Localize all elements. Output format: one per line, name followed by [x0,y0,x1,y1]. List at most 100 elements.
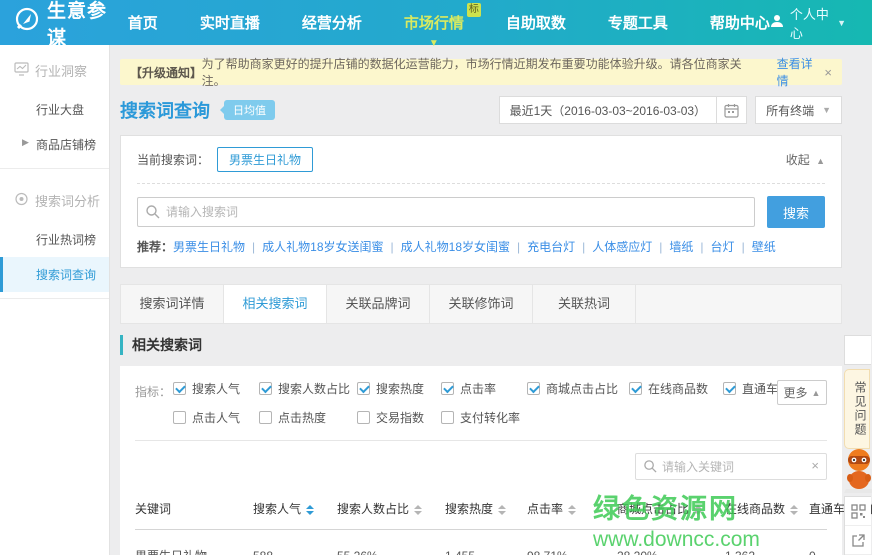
cell-value: 588 [253,530,337,555]
recommend-link[interactable]: 成人礼物18岁女闺蜜 [401,238,527,255]
recommend-link[interactable]: 人体感应灯 [592,238,669,255]
tab-related-brand-words[interactable]: 关联品牌词 [327,285,430,323]
tab-search-word-detail[interactable]: 搜索词详情 [121,285,224,323]
metric-label: 点击人气 [192,409,240,426]
sidebar-item-industry-board[interactable]: 行业大盘 [0,92,109,127]
col-click-rate[interactable]: 点击率 [527,490,617,530]
faq-bubble[interactable]: 常见问题 [844,369,870,449]
new-badge: 标 [467,3,481,17]
col-label: 在线商品数 [725,502,785,516]
col-ztc-ref-price[interactable]: 直通车参考价 [809,490,827,530]
checkbox-unchecked-icon[interactable] [173,411,186,424]
recommend-link[interactable]: 壁纸 [752,238,776,255]
tab-related-search-words[interactable]: 相关搜索词 [224,285,327,323]
recommend-link[interactable]: 台灯 [711,238,752,255]
checkbox-checked-icon[interactable] [527,382,540,395]
more-metrics-button[interactable]: 更多 ▲ [777,380,827,405]
sort-icon[interactable] [498,505,506,515]
metric-checkbox[interactable]: 搜索热度 [357,380,441,397]
chevron-down-icon: ▼ [837,18,846,28]
checkbox-unchecked-icon[interactable] [259,411,272,424]
metric-checkbox[interactable]: 点击热度 [259,409,357,426]
share-export-icon[interactable] [845,526,871,555]
nav-analysis[interactable]: 经营分析 [302,12,362,33]
metric-checkbox[interactable]: 点击人气 [173,409,259,426]
checkbox-checked-icon[interactable] [357,382,370,395]
nav-help[interactable]: 帮助中心 [710,12,770,33]
metric-checkbox[interactable]: 搜索人气 [173,380,259,397]
recommend-link[interactable]: 墙纸 [669,238,710,255]
qr-code-icon[interactable] [845,497,871,526]
search-icon [643,459,657,476]
col-search-popularity[interactable]: 搜索人气 [253,490,337,530]
checkbox-checked-icon[interactable] [441,382,454,395]
search-button[interactable]: 搜索 [767,196,825,228]
cell-value: 98.71% [527,530,617,555]
keyword-filter-input[interactable] [635,453,827,480]
date-range-picker[interactable]: 最近1天（2016-03-03~2016-03-03） [499,96,747,124]
calendar-icon[interactable] [716,97,746,123]
brand-logo[interactable]: 生意参谋 [0,0,114,50]
sidebar-item-hot-words[interactable]: 行业热词榜 [0,222,109,257]
metric-checkbox[interactable]: 商城点击占比 [527,380,629,397]
metric-checkbox[interactable]: 支付转化率 [441,409,527,426]
metric-checkbox[interactable]: 点击率 [441,380,527,397]
nav-tools[interactable]: 专题工具 [608,12,668,33]
current-keyword-chip[interactable]: 男票生日礼物 [217,147,313,172]
sidebar: 行业洞察 行业大盘 ▶ 商品店铺榜 搜索词分析 行业热词榜 [0,45,110,555]
search-input[interactable] [137,197,755,227]
sort-icon[interactable] [790,505,798,515]
nav-market[interactable]: 市场行情 标 ▼ [404,12,464,33]
checkbox-checked-icon[interactable] [173,382,186,395]
sidebar-section-industry-insight: 行业洞察 [0,45,109,92]
sort-icon[interactable] [306,505,314,515]
metric-label: 搜索人数占比 [278,380,350,397]
chevron-right-icon: ▶ [22,137,29,148]
col-mall-click-ratio[interactable]: 商城点击占比 [617,490,725,530]
mascot-icon[interactable] [844,447,872,496]
recommend-link[interactable]: 充电台灯 [527,238,592,255]
collapse-toggle[interactable]: 收起 ▲ [786,151,825,168]
recommend-link[interactable]: 男票生日礼物 [173,238,262,255]
tab-related-hot-words[interactable]: 关联热词 [533,285,636,323]
dashed-divider [137,183,825,184]
metric-checkbox[interactable]: 在线商品数 [629,380,723,397]
metric-label: 交易指数 [376,409,424,426]
user-menu-label: 个人中心 [790,4,831,42]
floating-mini-panel[interactable] [844,335,871,365]
tab-related-modifier-words[interactable]: 关联修饰词 [430,285,533,323]
checkbox-checked-icon[interactable] [259,382,272,395]
col-label: 商城点击占比 [617,502,689,516]
close-icon[interactable]: × [824,65,832,80]
recommend-label: 推荐： [137,238,173,255]
sort-icon[interactable] [694,505,702,515]
app-root: 生意参谋 首页 实时直播 经营分析 市场行情 标 ▼ 自助取数 专题工具 帮助中… [0,0,872,555]
metric-checkbox[interactable]: 搜索人数占比 [259,380,357,397]
recommend-link[interactable]: 成人礼物18岁女送闺蜜 [262,238,400,255]
user-menu[interactable]: 个人中心 ▼ [770,4,846,42]
checkbox-unchecked-icon[interactable] [441,411,454,424]
nav-live[interactable]: 实时直播 [200,12,260,33]
sidebar-item-shop-ranking[interactable]: ▶ 商品店铺榜 [0,127,109,162]
terminal-select[interactable]: 所有终端 ▼ [755,96,842,124]
col-online-products[interactable]: 在线商品数 [725,490,809,530]
divider [0,168,109,169]
sort-icon[interactable] [414,505,422,515]
nav-home[interactable]: 首页 [128,12,158,33]
col-searcher-ratio[interactable]: 搜索人数占比 [337,490,445,530]
checkbox-checked-icon[interactable] [629,382,642,395]
notice-detail-link[interactable]: 查看详情 [777,55,825,89]
col-search-heat[interactable]: 搜索热度 [445,490,527,530]
clear-icon[interactable]: × [811,458,819,473]
sidebar-item-search-word-query[interactable]: 搜索词查询 [0,257,109,292]
checkbox-unchecked-icon[interactable] [357,411,370,424]
chevron-down-icon: ▼ [429,38,439,49]
nav-data-extract[interactable]: 自助取数 [506,12,566,33]
sort-icon[interactable] [568,505,576,515]
divider [0,298,109,299]
metric-checkbox[interactable]: 交易指数 [357,409,441,426]
compass-pen-logo-icon [14,7,40,39]
checkbox-checked-icon[interactable] [723,382,736,395]
cell-keyword: 男票生日礼物 [135,530,253,555]
sidebar-item-label: 行业大盘 [36,103,84,117]
